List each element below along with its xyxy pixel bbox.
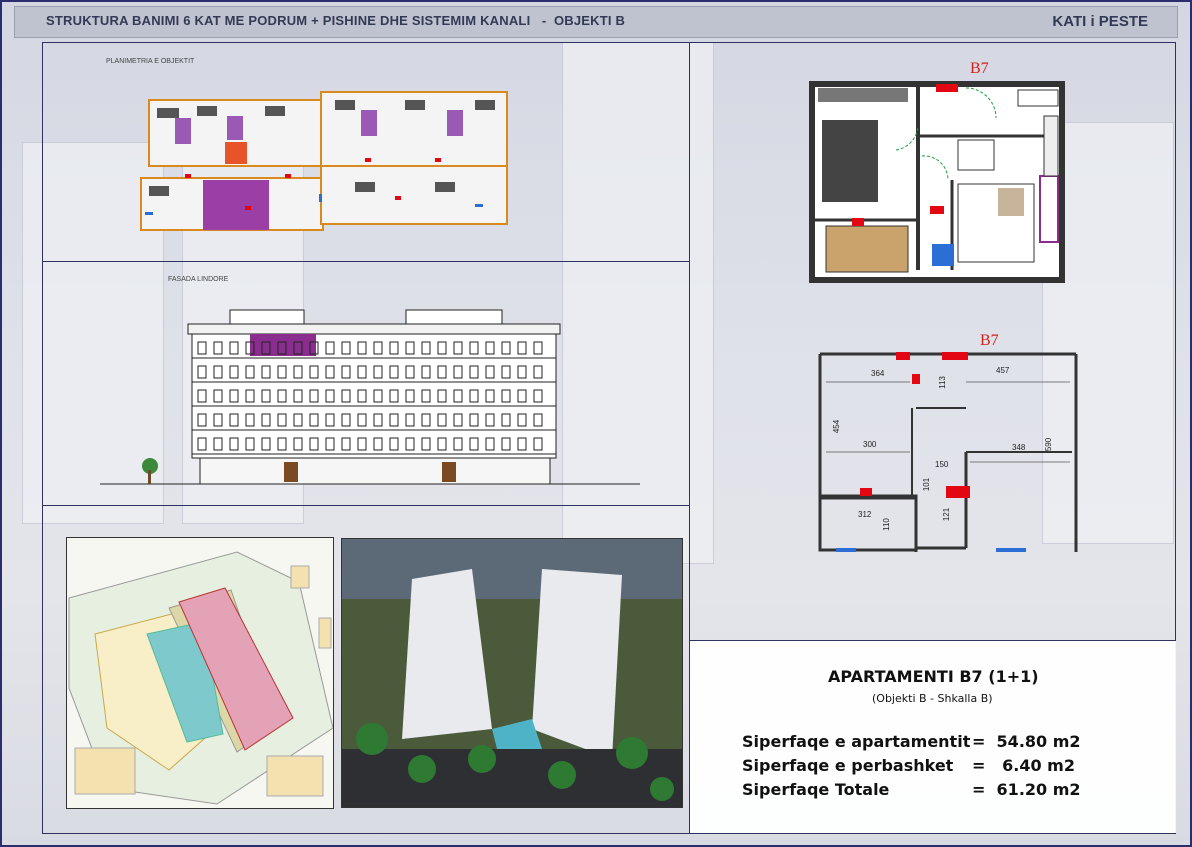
site-plan [68,551,334,805]
facade-label: FASADA LINDORE [168,276,229,283]
dim-113: 113 [937,376,947,389]
dim-110: 110 [881,518,891,531]
area-label: Siperfaqe e apartamentit [742,732,971,751]
building-render-panel [341,538,683,808]
page-title: STRUKTURA BANIMI 6 KAT ME PODRUM + PISHI… [46,13,626,28]
area-row-common: Siperfaqe e perbashket = 6.40 m2 [742,756,1102,780]
building-render [342,539,682,807]
floor-label: KATI i PESTE [1052,13,1148,30]
building-floor-plan [140,91,508,231]
dim-300: 300 [863,440,877,449]
apartment-label-top: B7 [970,60,989,77]
area-table: Siperfaqe e apartamentit = 54.80 m2 Sipe… [742,732,1102,804]
dim-457: 457 [996,366,1010,375]
divider-horizontal-2 [42,505,690,506]
apartment-furnished-plan [809,81,1065,283]
area-row-apartment: Siperfaqe e apartamentit = 54.80 m2 [742,732,1102,756]
apartment-dimension-plan [818,352,1078,552]
dim-590: 590 [1044,437,1054,452]
plan-label: PLANIMETRIA E OBJEKTIT [106,58,195,65]
apartment-subtitle: (Objekti B - Shkalla B) [872,692,993,705]
divider-horizontal-1 [42,261,690,262]
site-plan-panel [66,537,334,809]
area-row-total: Siperfaqe Totale = 61.20 m2 [742,780,1102,804]
dim-348: 348 [1012,443,1026,452]
dim-312: 312 [858,510,872,519]
dim-150: 150 [935,460,949,469]
area-value: = 61.20 m2 [972,780,1081,799]
dim-101: 101 [922,477,932,492]
apartment-label-dims: B7 [980,332,999,349]
area-value: = 54.80 m2 [972,732,1081,751]
apartment-name: APARTAMENTI B7 (1+1) [828,667,1039,686]
dim-454: 454 [832,419,842,434]
area-label: Siperfaqe Totale [742,780,890,799]
dim-364: 364 [871,369,885,378]
area-label: Siperfaqe e perbashket [742,756,954,775]
dim-121: 121 [942,507,952,522]
area-value: = 6.40 m2 [972,756,1075,775]
east-facade-elevation [100,309,640,485]
